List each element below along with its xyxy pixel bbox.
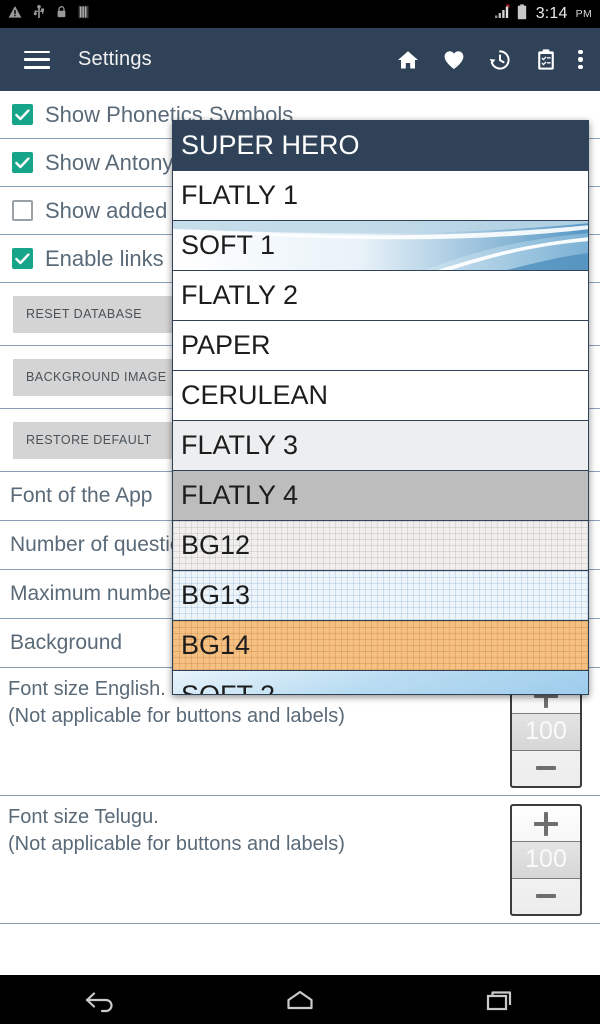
dropdown-item-flatly-3[interactable]: FLATLY 3	[173, 421, 588, 471]
checkbox-unchecked-icon[interactable]	[12, 200, 33, 221]
background-image-button[interactable]: BACKGROUND IMAGE	[13, 358, 183, 396]
font-size-telugu-stepper: 100	[510, 804, 582, 916]
dropdown-item-flatly-1[interactable]: FLATLY 1	[173, 171, 588, 221]
lock-icon	[56, 5, 67, 23]
warning-icon	[8, 5, 22, 24]
dropdown-item-label: BG14	[181, 630, 251, 660]
font-size-telugu-subtitle: (Not applicable for buttons and labels)	[8, 833, 345, 855]
app-toolbar: Settings	[0, 28, 600, 91]
status-bar: 3:14 PM	[0, 0, 600, 28]
checkbox-checked-icon[interactable]	[12, 152, 33, 173]
dropdown-item-flatly-2[interactable]: FLATLY 2	[173, 271, 588, 321]
favorite-heart-icon[interactable]	[441, 47, 467, 73]
overflow-menu-icon[interactable]	[578, 49, 584, 70]
dropdown-item-label: FLATLY 3	[181, 430, 299, 460]
font-size-telugu-decrement-button[interactable]	[512, 879, 580, 914]
app-screen: 3:14 PM Settings Show Phonetics Symbols …	[0, 0, 600, 1024]
font-size-telugu-increment-button[interactable]	[512, 806, 580, 841]
back-icon[interactable]	[65, 980, 135, 1020]
dropdown-item-label: SOFT 2	[181, 680, 276, 695]
dropdown-item-label: CERULEAN	[181, 380, 329, 410]
dropdown-item-label: SUPER HERO	[181, 130, 360, 160]
background-theme-dropdown[interactable]: SUPER HERO FLATLY 1 SOFT 1 FLATLY 2 PAPE…	[172, 120, 589, 695]
hamburger-icon[interactable]	[24, 50, 50, 69]
setting-font-size-telugu: Font size Telugu. (Not applicable for bu…	[0, 796, 600, 924]
dropdown-item-label: FLATLY 1	[181, 180, 299, 210]
dropdown-item-bg13[interactable]: BG13	[173, 571, 588, 621]
recents-icon[interactable]	[465, 980, 535, 1020]
status-bar-left-icons	[8, 4, 89, 24]
dropdown-item-label: FLATLY 4	[181, 480, 299, 510]
minus-icon	[534, 756, 558, 780]
dropdown-item-bg12[interactable]: BG12	[173, 521, 588, 571]
sim-icon	[78, 5, 89, 24]
dropdown-item-cerulean[interactable]: CERULEAN	[173, 371, 588, 421]
checkbox-checked-icon[interactable]	[12, 248, 33, 269]
checkbox-checked-icon[interactable]	[12, 104, 33, 125]
minus-icon	[534, 884, 558, 908]
dropdown-item-label: BG13	[181, 580, 251, 610]
dropdown-item-soft-2[interactable]: SOFT 2	[173, 671, 588, 695]
signal-icon	[494, 4, 511, 24]
dropdown-item-label: FLATLY 2	[181, 280, 299, 310]
status-bar-ampm: PM	[575, 8, 592, 20]
font-size-english-decrement-button[interactable]	[512, 751, 580, 786]
setting-label: Font of the App	[10, 484, 153, 507]
font-size-english-value: 100	[512, 713, 580, 751]
history-icon[interactable]	[487, 47, 513, 73]
page-title: Settings	[78, 48, 152, 70]
font-size-telugu-title: Font size Telugu.	[8, 806, 159, 828]
dropdown-item-super-hero[interactable]: SUPER HERO	[173, 121, 588, 171]
dropdown-item-bg14[interactable]: BG14	[173, 621, 588, 671]
setting-label: Enable links	[45, 245, 164, 271]
usb-icon	[33, 4, 45, 24]
home-icon[interactable]	[265, 980, 335, 1020]
font-size-telugu-text: Font size Telugu. (Not applicable for bu…	[8, 804, 345, 858]
setting-label: Background	[10, 631, 123, 654]
clipboard-icon[interactable]	[533, 47, 559, 73]
toolbar-actions	[395, 47, 600, 73]
android-navigation-bar	[0, 975, 600, 1024]
plus-icon	[534, 811, 558, 836]
status-bar-right-icons: 3:14 PM	[494, 3, 592, 25]
battery-icon	[517, 3, 527, 25]
reset-database-button[interactable]: RESET DATABASE	[13, 295, 183, 333]
font-size-telugu-value: 100	[512, 841, 580, 879]
dropdown-item-paper[interactable]: PAPER	[173, 321, 588, 371]
dropdown-item-label: SOFT 1	[181, 230, 276, 260]
dropdown-item-flatly-4[interactable]: FLATLY 4	[173, 471, 588, 521]
dropdown-item-label: BG12	[181, 530, 251, 560]
font-size-english-subtitle: (Not applicable for buttons and labels)	[8, 705, 345, 727]
dropdown-item-soft-1[interactable]: SOFT 1	[173, 221, 588, 271]
status-bar-clock: 3:14	[535, 5, 568, 22]
dropdown-item-label: PAPER	[181, 330, 271, 360]
home-icon[interactable]	[395, 47, 421, 73]
restore-default-button[interactable]: RESTORE DEFAULT	[13, 421, 183, 459]
